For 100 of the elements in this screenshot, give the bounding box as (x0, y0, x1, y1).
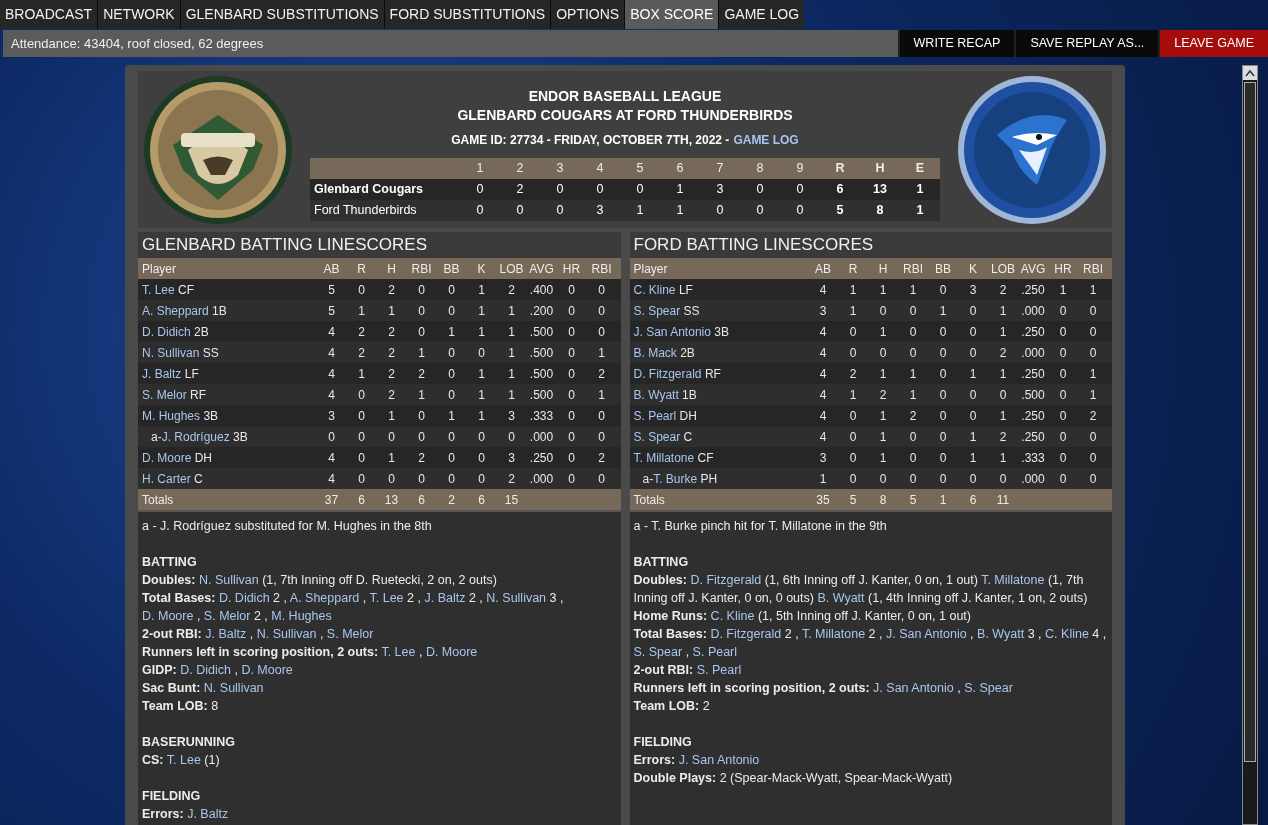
player-link[interactable]: H. Carter (142, 471, 191, 486)
tab[interactable]: BROADCAST (0, 0, 98, 29)
column-header: H (874, 159, 886, 177)
player-link[interactable]: D. Fitzgerald (710, 627, 782, 641)
table-cell-text: 0 (938, 281, 948, 299)
player-link[interactable]: C. Kline (710, 609, 755, 623)
table-cell-text: 1 (597, 386, 606, 404)
tab[interactable]: GLENBARD SUBSTITUTIONS (180, 0, 384, 29)
player-link[interactable]: M. Hughes (142, 408, 201, 423)
player-link[interactable]: B. Mack (633, 345, 677, 360)
player-link[interactable]: J. San Antonio (886, 627, 967, 641)
player-link[interactable]: D. Didich (142, 324, 191, 339)
player-link[interactable]: T. Lee (166, 753, 201, 767)
player-link[interactable]: S. Pearl (633, 408, 677, 423)
player-link[interactable]: C. Kline (1045, 627, 1089, 641)
player-link[interactable]: D. Moore (142, 450, 192, 465)
tab[interactable]: FORD SUBSTITUTIONS (384, 0, 551, 29)
action-button[interactable]: SAVE REPLAY AS... (1014, 30, 1159, 57)
table-cell-text: 2 (848, 365, 858, 383)
player-link[interactable]: J. San Antonio (678, 753, 760, 767)
table-cell-text: 1 (447, 323, 456, 341)
table-cell-text: 0 (938, 428, 948, 446)
table-cell-text: 5 (848, 491, 858, 509)
player-link[interactable]: S. Spear (633, 645, 683, 659)
player-link[interactable]: N. Sullivan (203, 681, 264, 695)
table-cell-text: 0 (357, 428, 366, 446)
player-link[interactable]: T. Lee (369, 591, 404, 605)
table-cell-text: 1 (968, 428, 978, 446)
tab[interactable]: GAME LOG (719, 0, 805, 29)
player-link[interactable]: T. Lee (381, 645, 416, 659)
player-link[interactable]: D. Didich (180, 663, 231, 677)
player-link[interactable]: S. Spear (964, 681, 1013, 695)
player-link[interactable]: S. Spear (633, 429, 681, 444)
player-link[interactable]: D. Fitzgerald (690, 573, 762, 587)
player-link[interactable]: S. Pearl (696, 663, 742, 677)
player-link[interactable]: B. Wyatt (817, 591, 865, 605)
player-link[interactable]: J. Baltz (424, 591, 466, 605)
player-link[interactable]: A. Sheppard (289, 591, 360, 605)
action-button[interactable]: LEAVE GAME (1158, 30, 1268, 57)
table-cell-text: 1 (878, 365, 888, 383)
player-link[interactable]: D. Moore (142, 609, 194, 623)
player-link[interactable]: N. Sullivan (198, 573, 259, 587)
player-link[interactable]: T. Millatone (981, 573, 1045, 587)
player-link[interactable]: J. Rodríguez (161, 429, 230, 444)
player-link[interactable]: S. Melor (203, 609, 251, 623)
table-cell-text: 1 (477, 386, 486, 404)
player-link[interactable]: N. Sullivan (142, 345, 200, 360)
table-cell-text: .500 (528, 365, 555, 383)
player-cell-text: J. Baltz LF (142, 365, 200, 383)
scroll-thumb[interactable] (1244, 82, 1256, 762)
player-link[interactable]: T. Lee (142, 282, 175, 297)
table-cell-text: .500 (528, 386, 555, 404)
player-link[interactable]: S. Spear (633, 303, 681, 318)
table-cell-text: 0 (387, 470, 396, 488)
table-cell-text: 1 (477, 281, 486, 299)
player-link[interactable]: N. Sullivan (486, 591, 547, 605)
tab[interactable]: BOX SCORE (625, 0, 719, 29)
player-cell-text: S. Melor RF (142, 386, 208, 404)
game-log-link[interactable]: GAME LOG (733, 130, 799, 149)
player-link[interactable]: T. Burke (653, 471, 698, 486)
tab[interactable]: OPTIONS (551, 0, 625, 29)
column-header: RBI (1082, 260, 1104, 278)
player-link[interactable]: T. Millatone (633, 450, 695, 465)
table-cell-text: 2 (1088, 407, 1098, 425)
action-button[interactable]: WRITE RECAP (897, 30, 1015, 57)
player-link[interactable]: D. Moore (241, 663, 293, 677)
table-cell-text: 0 (968, 323, 978, 341)
player-link[interactable]: D. Didich (218, 591, 270, 605)
player-link[interactable]: J. San Antonio (873, 681, 954, 695)
player-link[interactable]: S. Melor (326, 627, 374, 641)
table-cell-text: 0 (1088, 428, 1098, 446)
player-link[interactable]: B. Wyatt (633, 387, 679, 402)
player-link[interactable]: C. Kline (633, 282, 676, 297)
table-cell-text: 1 (878, 323, 888, 341)
scroll-up-icon[interactable] (1243, 66, 1257, 80)
table-cell-text: 1 (507, 302, 516, 320)
table-cell-text: 1 (878, 281, 888, 299)
player-link[interactable]: B. Wyatt (977, 627, 1025, 641)
player-link[interactable]: S. Pearl (692, 645, 738, 659)
column-header: BB (934, 260, 952, 278)
player-link[interactable]: J. Baltz (142, 366, 182, 381)
table-cell-text: .000 (528, 428, 555, 446)
player-link[interactable]: J. San Antonio (633, 324, 711, 339)
tab[interactable]: NETWORK (98, 0, 180, 29)
table-cell-text: 0 (908, 302, 918, 320)
table-cell-text: 0 (795, 180, 805, 198)
table-cell-text: 2 (998, 281, 1008, 299)
player-link[interactable]: D. Moore (425, 645, 478, 659)
player-link[interactable]: J. Baltz (187, 807, 229, 821)
table-cell-text: .200 (528, 302, 555, 320)
player-link[interactable]: M. Hughes (271, 609, 332, 623)
matchup-title: GLENBARD COUGARS AT FORD THUNDERBIRDS (457, 105, 793, 125)
player-link[interactable]: N. Sullivan (256, 627, 317, 641)
player-link[interactable]: D. Fitzgerald (633, 366, 702, 381)
player-link[interactable]: J. Baltz (205, 627, 247, 641)
player-link[interactable]: T. Millatone (801, 627, 866, 641)
section-heading: FIELDING (142, 788, 202, 805)
scrollbar[interactable] (1242, 65, 1258, 825)
player-link[interactable]: S. Melor (142, 387, 187, 402)
player-link[interactable]: A. Sheppard (142, 303, 209, 318)
